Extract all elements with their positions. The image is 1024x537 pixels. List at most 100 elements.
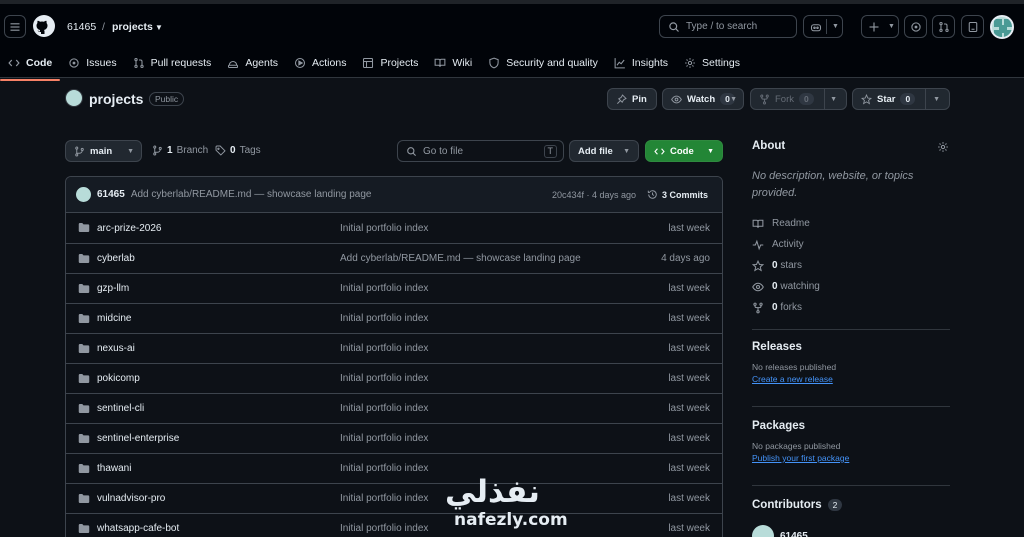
contributor-avatar[interactable] — [752, 525, 774, 537]
breadcrumb-owner[interactable]: 61465 — [67, 21, 96, 33]
about-title: About — [752, 140, 786, 152]
file-commit-message[interactable]: Initial portfolio index — [340, 313, 428, 324]
tab-projects[interactable]: Projects — [354, 49, 426, 77]
go-to-file-input[interactable]: Go to file T — [397, 140, 564, 162]
file-name[interactable]: sentinel-enterprise — [97, 433, 179, 444]
file-commit-message[interactable]: Initial portfolio index — [340, 223, 428, 234]
readme-link[interactable]: Readme — [752, 213, 950, 234]
file-commit-message[interactable]: Initial portfolio index — [340, 433, 428, 444]
issues-button[interactable] — [904, 15, 927, 38]
packages-title[interactable]: Packages — [752, 420, 849, 432]
file-name[interactable]: pokicomp — [97, 373, 140, 384]
branches-link[interactable]: 1 Branch — [152, 145, 208, 156]
pull-requests-button[interactable] — [932, 15, 955, 38]
folder-icon — [78, 223, 90, 232]
file-name[interactable]: cyberlab — [97, 253, 135, 264]
file-name[interactable]: whatsapp-cafe-bot — [97, 523, 179, 534]
file-row[interactable]: cyberlab Add cyberlab/README.md — showcas… — [66, 243, 722, 273]
file-commit-message[interactable]: Initial portfolio index — [340, 463, 428, 474]
breadcrumb-repo[interactable]: projects — [112, 21, 153, 33]
forks-link[interactable]: 0 forks — [752, 297, 950, 318]
code-button[interactable]: Code ▼ — [645, 140, 723, 162]
commit-author[interactable]: 61465 — [97, 189, 125, 200]
tab-actions[interactable]: Actions — [286, 49, 354, 77]
gear-icon[interactable] — [937, 141, 949, 153]
create-new-button[interactable]: ▼ — [861, 15, 899, 38]
file-name[interactable]: arc-prize-2026 — [97, 223, 161, 234]
tab-issues[interactable]: Issues — [60, 49, 124, 77]
search-input[interactable]: Type / to search — [659, 15, 797, 38]
file-row[interactable]: pokicomp Initial portfolio index last week — [66, 363, 722, 393]
tab-wiki[interactable]: Wiki — [426, 49, 480, 77]
file-commit-message[interactable]: Initial portfolio index — [340, 283, 428, 294]
tab-pull-requests[interactable]: Pull requests — [125, 49, 220, 77]
copilot-button[interactable]: ▼ — [803, 15, 843, 38]
commit-message[interactable]: Add cyberlab/README.md — showcase landin… — [131, 189, 372, 200]
file-name[interactable]: gzp-llm — [97, 283, 129, 294]
watch-button[interactable]: Watch 0 ▼ — [662, 88, 744, 110]
file-row[interactable]: nexus-ai Initial portfolio index last week — [66, 333, 722, 363]
publish-package-link[interactable]: Publish your first package — [752, 453, 849, 463]
file-commit-message[interactable]: Initial portfolio index — [340, 373, 428, 384]
file-row[interactable]: arc-prize-2026 Initial portfolio index las… — [66, 213, 722, 243]
file-name[interactable]: vulnadvisor-pro — [97, 493, 165, 504]
file-name[interactable]: thawani — [97, 463, 131, 474]
file-row[interactable]: thawani Initial portfolio index last week — [66, 453, 722, 483]
tab-security[interactable]: Security and quality — [480, 49, 606, 77]
file-row[interactable]: vulnadvisor-pro Initial portfolio index la… — [66, 483, 722, 513]
tab-code[interactable]: Code — [0, 49, 61, 81]
watching-link[interactable]: 0 watching — [752, 276, 950, 297]
issue-icon — [910, 21, 921, 32]
file-name[interactable]: sentinel-cli — [97, 403, 144, 414]
sidebar-divider — [752, 329, 950, 330]
star-button[interactable]: Star 0 ▼ — [852, 88, 950, 110]
file-commit-message[interactable]: Add cyberlab/README.md — showcase landin… — [340, 253, 581, 264]
add-file-button[interactable]: Add file ▼ — [569, 140, 639, 162]
file-row[interactable]: sentinel-cli Initial portfolio index last … — [66, 393, 722, 423]
file-name[interactable]: nexus-ai — [97, 343, 135, 354]
create-chevron-icon[interactable]: ▼ — [888, 23, 895, 30]
create-release-link[interactable]: Create a new release — [752, 374, 836, 384]
file-commit-message[interactable]: Initial portfolio index — [340, 493, 428, 504]
stars-link[interactable]: 0 stars — [752, 255, 950, 276]
releases-title[interactable]: Releases — [752, 341, 836, 353]
tags-link[interactable]: 0 Tags — [215, 145, 261, 156]
inbox-button[interactable] — [961, 15, 984, 38]
tab-settings[interactable]: Settings — [676, 49, 748, 77]
file-row[interactable]: midcine Initial portfolio index last week — [66, 303, 722, 333]
commit-author-avatar[interactable] — [76, 187, 91, 202]
file-name[interactable]: midcine — [97, 313, 131, 324]
watch-chevron-icon[interactable]: ▼ — [730, 96, 737, 103]
plus-icon — [869, 22, 879, 31]
contributors-title[interactable]: Contributors — [752, 499, 822, 511]
tags-label: Tags — [239, 145, 261, 156]
pin-button[interactable]: Pin — [607, 88, 657, 110]
user-avatar[interactable] — [990, 15, 1014, 39]
commits-link[interactable]: 3 Commits — [647, 189, 708, 200]
file-commit-date: last week — [668, 523, 710, 534]
file-commit-message[interactable]: Initial portfolio index — [340, 343, 428, 354]
tab-agents[interactable]: Agents — [219, 49, 286, 77]
branch-selector[interactable]: main ▼ — [65, 140, 142, 162]
file-commit-message[interactable]: Initial portfolio index — [340, 523, 428, 534]
star-icon — [861, 93, 872, 105]
activity-link[interactable]: Activity — [752, 234, 950, 255]
copilot-chevron-icon[interactable]: ▼ — [832, 23, 839, 30]
file-commit-message[interactable]: Initial portfolio index — [340, 403, 428, 414]
fork-button[interactable]: Fork 0 ▼ — [750, 88, 847, 110]
commits-count: 3 Commits — [661, 189, 708, 200]
file-row[interactable]: sentinel-enterprise Initial portfolio ind… — [66, 423, 722, 453]
chevron-down-icon[interactable]: ▼ — [155, 23, 163, 32]
tab-insights[interactable]: Insights — [606, 49, 676, 77]
menu-button[interactable] — [4, 15, 26, 38]
fork-chevron-icon[interactable]: ▼ — [830, 96, 837, 103]
repo-name[interactable]: projects — [89, 91, 143, 107]
contributor-name[interactable]: 61465 — [780, 531, 808, 537]
file-row[interactable]: whatsapp-cafe-bot Initial portfolio index… — [66, 513, 722, 537]
github-logo-icon[interactable] — [33, 15, 55, 37]
star-chevron-icon[interactable]: ▼ — [933, 96, 940, 103]
file-row[interactable]: gzp-llm Initial portfolio index last week — [66, 273, 722, 303]
file-list: 61465 Add cyberlab/README.md — showcase … — [65, 176, 723, 537]
breadcrumb-separator: / — [102, 21, 105, 33]
commit-meta[interactable]: 20c434f · 4 days ago — [552, 190, 636, 200]
